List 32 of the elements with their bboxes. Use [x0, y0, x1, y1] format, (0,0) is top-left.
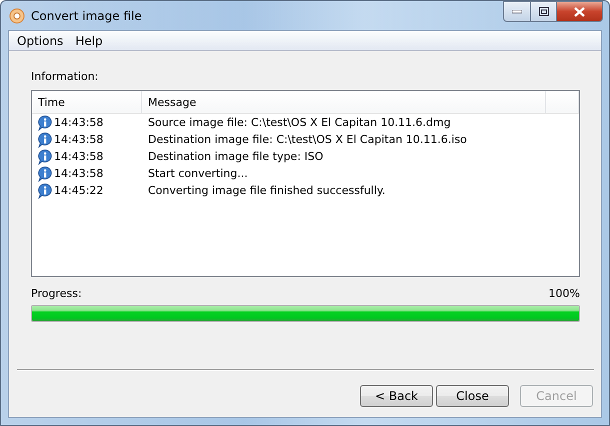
progress-label: Progress: [31, 287, 82, 301]
menu-item[interactable]: Help [69, 34, 109, 48]
close-button[interactable] [557, 1, 603, 22]
time-cell: 14:43:58 [54, 167, 104, 180]
message-cell-text: Destination image file: C:\test\OS X El Capitan 10.11.6.iso [147, 133, 468, 146]
column-header[interactable]: Message [142, 91, 546, 113]
message-cell-text: Destination image file type: ISO [147, 150, 324, 163]
info-icon [37, 182, 53, 198]
progress-reading: 100% [548, 287, 580, 301]
window-title: Convert image file [31, 8, 142, 22]
message-cell-text: Start converting... [147, 167, 249, 180]
info-icon [37, 132, 53, 148]
column-header[interactable]: Time [32, 91, 142, 113]
info-icon [37, 166, 53, 182]
info-icon [37, 114, 53, 130]
minimize-button[interactable] [503, 1, 531, 22]
info-icon [37, 148, 53, 164]
message-cell-text: Source image file: C:\test\OS X El Capitan 10.11.6.dmg [147, 116, 452, 129]
time-cell: 14:45:22 [54, 184, 104, 197]
close-icon [574, 6, 585, 16]
maximize-icon [538, 7, 548, 16]
disc-icon [9, 8, 25, 24]
dialog-button[interactable]: Close [436, 385, 509, 407]
time-cell: 14:43:58 [54, 133, 104, 146]
information-label: Information: [31, 70, 100, 84]
minimize-icon [512, 10, 522, 14]
message-cell-text: Converting image file finished successfully. [147, 184, 386, 197]
time-cell: 14:43:58 [54, 116, 104, 129]
maximize-button[interactable] [531, 1, 557, 22]
menu-item[interactable]: Options [11, 34, 70, 48]
dialog-button[interactable]: < Back [360, 385, 433, 407]
time-cell: 14:43:58 [54, 150, 104, 163]
